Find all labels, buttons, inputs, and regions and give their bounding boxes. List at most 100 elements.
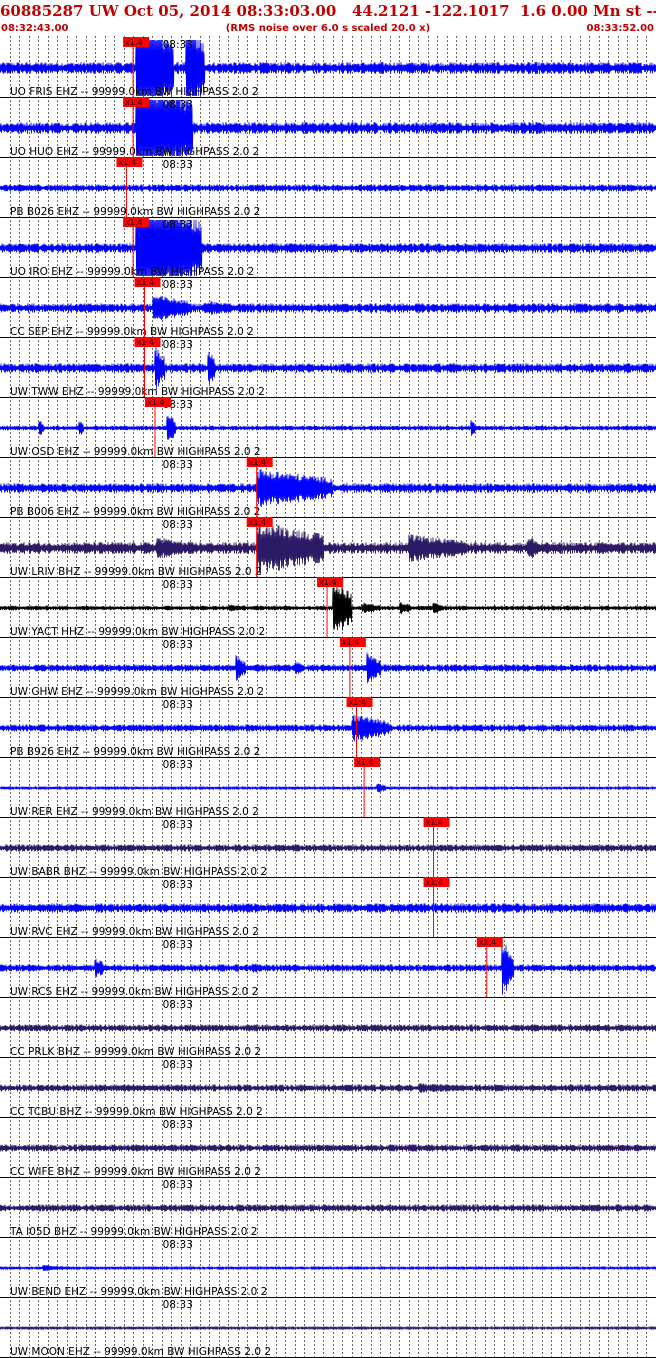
pick-flag-label: x1.4 — [118, 158, 135, 167]
station-label: UW YACT HHZ -- 99999.0km BW HIGHPASS 2.0… — [10, 626, 265, 638]
station-label: UW LRIV BHZ -- 99999.0km BW HIGHPASS 2.0… — [10, 566, 262, 578]
waveform-line — [0, 346, 656, 390]
station-label: CC TCBU BHZ -- 99999.0km BW HIGHPASS 2.0… — [10, 1106, 263, 1118]
pick-flag-label: x1.4 — [249, 518, 266, 527]
minute-tick-label: 08:33 — [163, 1119, 193, 1131]
trace-2: UO HUO EHZ -- 99999.0km BW HIGHPASS 2.0 … — [0, 97, 656, 158]
minute-tick-label: 08:33 — [163, 219, 193, 231]
trace-16: UW RCS EHZ -- 99999.0km BW HIGHPASS 2.0 … — [0, 937, 656, 998]
waveform-line — [0, 295, 656, 321]
pick-flag-label: x1.4 — [426, 818, 443, 827]
minute-tick-label: 08:33 — [163, 159, 193, 171]
waveform-line — [0, 469, 656, 507]
pick-flag-label: x1.4 — [319, 578, 336, 587]
waveform-line — [0, 652, 656, 684]
trace-3: PB B026 EHZ -- 99999.0km BW HIGHPASS 2.0… — [0, 157, 656, 218]
event-header-title: 60885287 UW Oct 05, 2014 08:33:03.00 44.… — [0, 2, 656, 20]
station-label: UO FRIS EHZ -- 99999.0km BW HIGHPASS 2.0… — [10, 86, 259, 98]
pick-flag-label: x1.4 — [479, 938, 496, 947]
pick-flag-label: x1.4 — [137, 278, 154, 287]
minute-tick-label: 08:33 — [163, 639, 193, 651]
trace-7: UW OSD EHZ -- 99999.0km BW HIGHPASS 2.0 … — [0, 397, 656, 458]
pick-flag-label: x1.4 — [147, 398, 164, 407]
minute-tick-label: 08:33 — [163, 759, 193, 771]
waveform-line — [0, 783, 656, 793]
waveform-line — [0, 1083, 656, 1093]
station-label: CC WIFE BHZ -- 99999.0km BW HIGHPASS 2.0… — [10, 1166, 261, 1178]
station-label: UW GHW EHZ -- 99999.0km BW HIGHPASS 2.0 … — [10, 686, 264, 698]
waveform-line — [0, 714, 656, 742]
minute-tick-label: 08:33 — [163, 1239, 193, 1251]
trace-12: PB B926 EHZ -- 99999.0km BW HIGHPASS 2.0… — [0, 697, 656, 758]
minute-tick-label: 08:33 — [163, 279, 193, 291]
station-label: UW RER EHZ -- 99999.0km BW HIGHPASS 2.0 … — [10, 806, 259, 818]
station-label: PB B006 EHZ -- 99999.0km BW HIGHPASS 2.0… — [10, 506, 260, 518]
pick-flag-label: x1.4 — [342, 638, 359, 647]
station-label: UW TWW EHZ -- 99999.0km BW HIGHPASS 2.0 … — [10, 386, 265, 398]
station-label: UW MOON EHZ -- 99999.0km BW HIGHPASS 2.0… — [10, 1346, 271, 1358]
waveform-line — [0, 184, 656, 192]
minute-tick-label: 08:33 — [163, 999, 193, 1011]
station-label: UW RCS EHZ -- 99999.0km BW HIGHPASS 2.0 … — [10, 986, 258, 998]
station-label: UO HUO EHZ -- 99999.0km BW HIGHPASS 2.0 … — [10, 146, 259, 158]
trace-15: UW RVC EHZ -- 99999.0km BW HIGHPASS 2.0 … — [0, 877, 656, 938]
trace-21: UW BEND EHZ -- 99999.0km BW HIGHPASS 2.0… — [0, 1239, 656, 1298]
trace-8: PB B006 EHZ -- 99999.0km BW HIGHPASS 2.0… — [0, 457, 656, 518]
seismogram-plot: UO FRIS EHZ -- 99999.0km BW HIGHPASS 2.0… — [0, 36, 656, 1358]
trace-18: CC TCBU BHZ -- 99999.0km BW HIGHPASS 2.0… — [0, 1059, 656, 1118]
waveform-line — [0, 1024, 656, 1032]
trace-4: UO IRO EHZ -- 99999.0km BW HIGHPASS 2.0 … — [0, 217, 656, 278]
trace-6: UW TWW EHZ -- 99999.0km BW HIGHPASS 2.0 … — [0, 337, 656, 398]
trace-17: CC PRLK BHZ -- 99999.0km BW HIGHPASS 2.0… — [0, 999, 656, 1058]
station-label: UW BABR BHZ -- 99999.0km BW HIGHPASS 2.0… — [10, 866, 267, 878]
station-label: CC SEP EHZ -- 99999.0km BW HIGHPASS 2.0 … — [10, 326, 254, 338]
waveform-line — [0, 1144, 656, 1152]
pick-flag-label: x1.4 — [426, 878, 443, 887]
station-label: UW OSD EHZ -- 99999.0km BW HIGHPASS 2.0 … — [10, 446, 261, 458]
waveform-line — [0, 903, 656, 913]
station-label: UO IRO EHZ -- 99999.0km BW HIGHPASS 2.0 … — [10, 266, 254, 278]
pick-flag-label: x1.4 — [125, 218, 142, 227]
station-label: CC PRLK BHZ -- 99999.0km BW HIGHPASS 2.0… — [10, 1046, 261, 1058]
minute-tick-label: 08:33 — [163, 99, 193, 111]
trace-11: UW GHW EHZ -- 99999.0km BW HIGHPASS 2.0 … — [0, 637, 656, 698]
minute-tick-label: 08:33 — [163, 1179, 193, 1191]
trace-22: UW MOON EHZ -- 99999.0km BW HIGHPASS 2.0… — [0, 1299, 656, 1358]
trace-13: UW RER EHZ -- 99999.0km BW HIGHPASS 2.0 … — [0, 757, 656, 818]
pick-flag-label: x1.4 — [349, 698, 366, 707]
trace-20: TA I05D BHZ -- 99999.0km BW HIGHPASS 2.0… — [0, 1179, 656, 1238]
minute-tick-label: 08:33 — [163, 459, 193, 471]
minute-tick-label: 08:33 — [163, 39, 193, 51]
trace-10: UW YACT HHZ -- 99999.0km BW HIGHPASS 2.0… — [0, 577, 656, 638]
waveform-line — [0, 1325, 656, 1331]
waveform-line — [0, 1265, 656, 1271]
waveform-line — [0, 844, 656, 852]
station-label: UW BEND EHZ -- 99999.0km BW HIGHPASS 2.0… — [10, 1286, 267, 1298]
station-label: UW RVC EHZ -- 99999.0km BW HIGHPASS 2.0 … — [10, 926, 259, 938]
trace-19: CC WIFE BHZ -- 99999.0km BW HIGHPASS 2.0… — [0, 1119, 656, 1178]
minute-tick-label: 08:33 — [163, 699, 193, 711]
trace-9: UW LRIV BHZ -- 99999.0km BW HIGHPASS 2.0… — [0, 517, 656, 578]
pick-flag-label: x1.4 — [125, 38, 142, 47]
station-label: PB B026 EHZ -- 99999.0km BW HIGHPASS 2.0… — [10, 206, 260, 218]
minute-tick-label: 08:33 — [163, 339, 193, 351]
pick-flag-label: x1.4 — [356, 758, 373, 767]
minute-tick-label: 08:33 — [163, 1299, 193, 1311]
minute-tick-label: 08:33 — [163, 519, 193, 531]
end-time-label: 08:33:52.00 — [586, 23, 654, 34]
trace-1: UO FRIS EHZ -- 99999.0km BW HIGHPASS 2.0… — [0, 37, 656, 98]
trace-14: UW BABR BHZ -- 99999.0km BW HIGHPASS 2.0… — [0, 817, 656, 878]
minute-tick-label: 08:33 — [163, 819, 193, 831]
waveform-line — [0, 1204, 656, 1212]
pick-flag-label: x1.4 — [125, 98, 142, 107]
minute-tick-label: 08:33 — [163, 1059, 193, 1071]
pick-flag-label: x1.4 — [137, 338, 154, 347]
waveform-line — [0, 416, 656, 440]
station-label: TA I05D BHZ -- 99999.0km BW HIGHPASS 2.0… — [9, 1226, 257, 1238]
minute-tick-label: 08:33 — [163, 939, 193, 951]
minute-tick-label: 08:33 — [163, 879, 193, 891]
waveform-line — [0, 585, 656, 631]
trace-5: CC SEP EHZ -- 99999.0km BW HIGHPASS 2.0 … — [0, 277, 656, 338]
rms-note-label: (RMS noise over 6.0 s scaled 20.0 x) — [225, 23, 431, 34]
minute-tick-label: 08:33 — [163, 579, 193, 591]
